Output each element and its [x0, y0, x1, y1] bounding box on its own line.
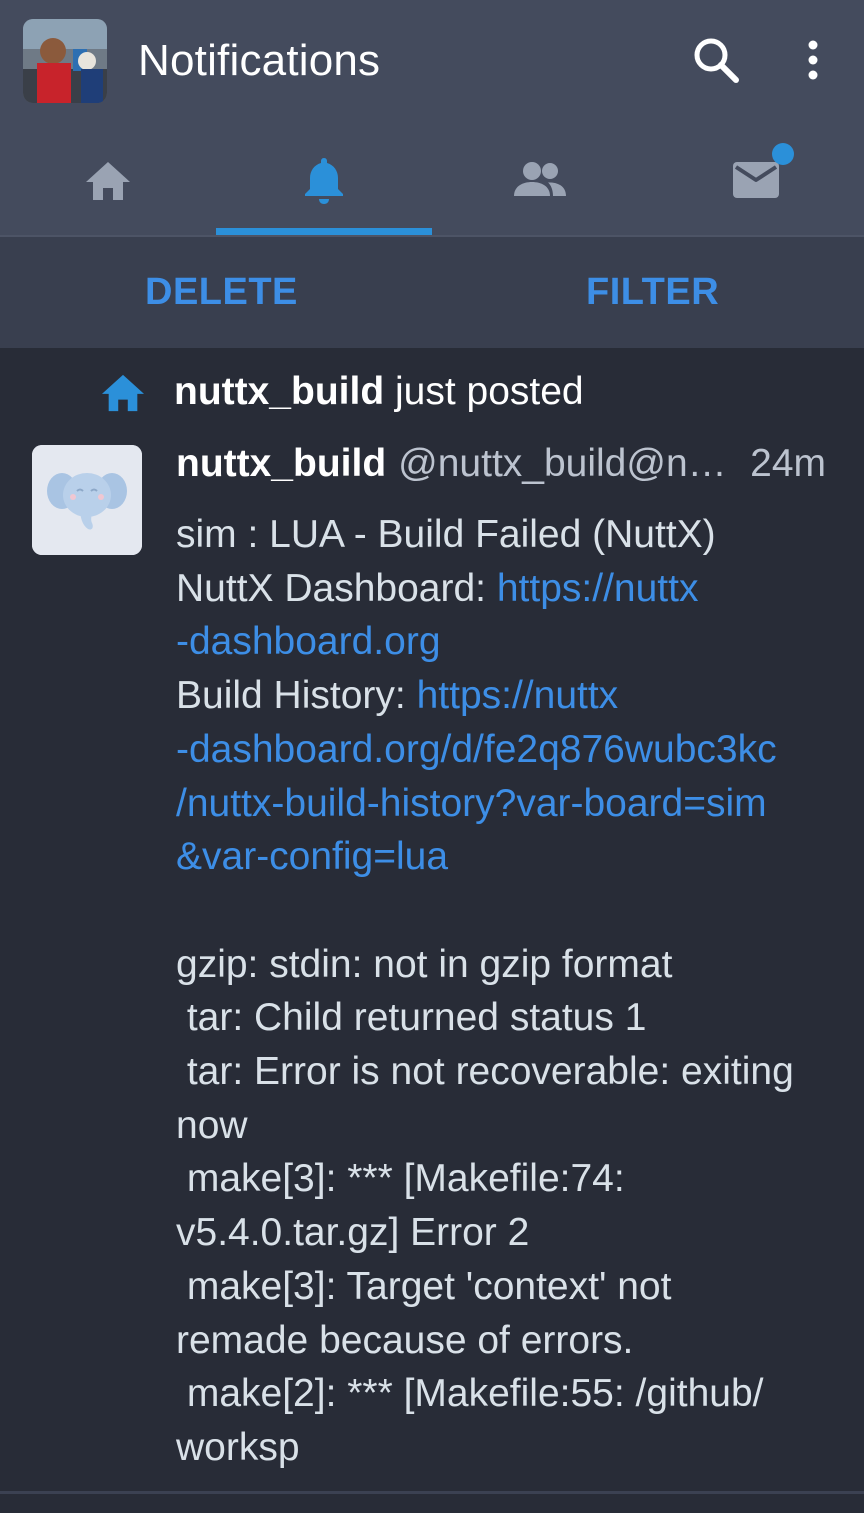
notification-header: nuttx_build just posted — [100, 370, 584, 414]
post-meta: nuttx_build @nuttx_build@nu… 24m — [176, 442, 836, 486]
post-account-handle[interactable]: @nuttx_build@nu… — [398, 442, 740, 486]
tab-notifications[interactable] — [216, 125, 432, 235]
unread-badge — [772, 143, 794, 165]
people-icon — [514, 162, 566, 196]
home-icon — [102, 374, 144, 412]
notification-verb: just posted — [384, 370, 584, 413]
content-line: -dashboard.org/d/fe2q876wubc3kc — [176, 723, 846, 777]
content-line: make[3]: *** [Makefile:74: — [176, 1157, 625, 1201]
mail-icon — [733, 162, 779, 198]
build-history-link[interactable]: &var-config=lua — [176, 835, 448, 878]
content-line: tar: Child returned status 1 — [176, 996, 647, 1040]
post-author-avatar[interactable] — [32, 445, 142, 555]
user-avatar[interactable] — [23, 19, 107, 103]
page-title: Notifications — [138, 36, 381, 85]
content-line: now — [176, 1103, 248, 1147]
content-line: -dashboard.org — [176, 615, 846, 669]
content-line: NuttX Dashboard: https://nuttx — [176, 562, 846, 616]
tab-local[interactable] — [432, 125, 648, 235]
active-tab-indicator — [216, 228, 432, 235]
build-history-link[interactable]: /nuttx-build-history?var-board=sim — [176, 782, 767, 825]
content-line: make[2]: *** [Makefile:55: /github/ — [176, 1372, 764, 1416]
more-vert-icon[interactable] — [796, 34, 830, 86]
delete-button[interactable]: DELETE — [145, 271, 298, 314]
dashboard-link[interactable]: -dashboard.org — [176, 620, 441, 663]
search-icon[interactable] — [690, 34, 742, 86]
tab-bar — [0, 125, 864, 235]
post-timestamp: 24m — [750, 442, 827, 485]
elephant-icon — [32, 445, 142, 555]
build-history-link[interactable]: -dashboard.org/d/fe2q876wubc3kc — [176, 728, 777, 771]
content-line: v5.4.0.tar.gz] Error 2 — [176, 1211, 530, 1255]
content-line: sim : LUA - Build Failed (NuttX) — [176, 513, 716, 556]
content-line: /nuttx-build-history?var-board=sim — [176, 777, 846, 831]
content-line: worksp — [176, 1425, 300, 1469]
build-history-link[interactable]: https://nuttx — [417, 674, 619, 717]
notification-summary: nuttx_build just posted — [174, 370, 584, 414]
content-line: Build History: https://nuttx — [176, 669, 846, 723]
divider — [0, 1491, 864, 1494]
dashboard-link[interactable]: https://nuttx — [497, 567, 699, 610]
actor-name[interactable]: nuttx_build — [174, 370, 384, 413]
content-text: Build History: — [176, 674, 417, 718]
content-line: &var-config=lua — [176, 830, 846, 884]
action-bar: DELETE FILTER — [0, 235, 864, 350]
post-display-name[interactable]: nuttx_build — [176, 442, 386, 486]
content-line: tar: Error is not recoverable: exiting — [176, 1050, 794, 1094]
tab-home[interactable] — [0, 125, 216, 235]
content-text: NuttX Dashboard: — [176, 566, 497, 610]
notification-item[interactable]: nuttx_build just posted nuttx_build @nut… — [0, 348, 864, 1491]
content-blank-line — [176, 884, 846, 938]
post-content: sim : LUA - Build Failed (NuttX) NuttX D… — [176, 508, 846, 1475]
bell-icon — [305, 158, 343, 204]
content-line: remade because of errors. — [176, 1318, 634, 1362]
content-line: make[3]: Target 'context' not — [176, 1264, 672, 1308]
tab-direct[interactable] — [648, 125, 864, 235]
top-app-bar: Notifications — [0, 0, 864, 125]
content-line: gzip: stdin: not in gzip format — [176, 942, 673, 986]
filter-button[interactable]: FILTER — [586, 271, 719, 314]
home-icon — [86, 162, 130, 200]
